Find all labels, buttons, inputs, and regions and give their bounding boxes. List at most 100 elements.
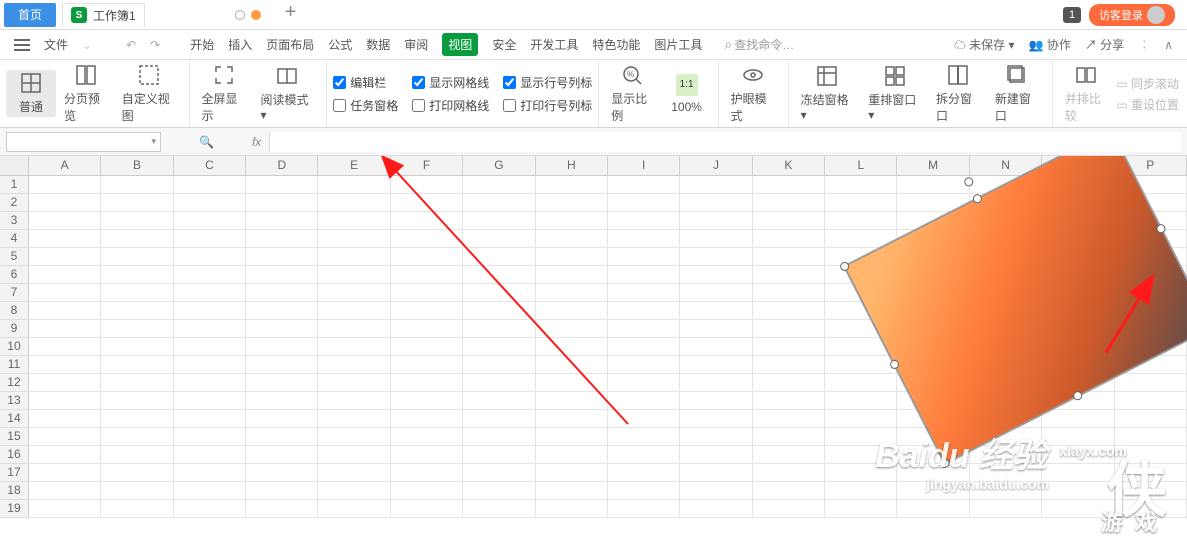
cell[interactable] [753,446,825,464]
cell[interactable] [29,356,101,374]
cell[interactable] [318,284,390,302]
cell[interactable] [608,266,680,284]
chk-formula-bar[interactable]: 编辑栏 [333,74,398,91]
cell[interactable] [174,230,246,248]
cell[interactable] [753,356,825,374]
chk-print-headings[interactable]: 打印行号列标 [503,97,592,114]
cell[interactable] [897,482,969,500]
col-header[interactable]: E [318,156,390,175]
cell[interactable] [753,464,825,482]
cell[interactable] [608,230,680,248]
notification-badge[interactable]: 1 [1063,7,1081,23]
chk-headings[interactable]: 显示行号列标 [503,74,592,91]
cell[interactable] [29,500,101,518]
cell[interactable] [536,302,608,320]
cell[interactable] [608,392,680,410]
cell[interactable] [101,248,173,266]
view-reading[interactable]: 阅读模式 ▾ [255,63,321,124]
menu-layout[interactable]: 页面布局 [266,36,314,53]
row-header[interactable]: 5 [0,248,29,266]
cell[interactable] [753,248,825,266]
cell[interactable] [753,284,825,302]
cell[interactable] [463,266,535,284]
cell[interactable] [246,266,318,284]
cell[interactable] [318,320,390,338]
row-header[interactable]: 7 [0,284,29,302]
cell[interactable] [391,284,463,302]
spreadsheet-grid[interactable]: A B C D E F G H I J K L M N O P 12345678… [0,156,1187,537]
cell[interactable] [101,392,173,410]
cell[interactable] [463,284,535,302]
cell[interactable] [101,194,173,212]
tab-home[interactable]: 首页 [4,3,56,27]
col-header[interactable]: H [536,156,608,175]
cell[interactable] [318,500,390,518]
cell[interactable] [463,410,535,428]
cell[interactable] [246,410,318,428]
cell[interactable] [246,428,318,446]
cell[interactable] [246,356,318,374]
cell[interactable] [29,446,101,464]
fx-icon[interactable]: fx [252,135,261,149]
menu-devtools[interactable]: 开发工具 [530,36,578,53]
cell[interactable] [608,284,680,302]
new-window[interactable]: 新建窗口 [989,62,1046,126]
cell[interactable] [101,266,173,284]
cell[interactable] [101,482,173,500]
cell[interactable] [318,374,390,392]
menu-formula[interactable]: 公式 [328,36,352,53]
cell[interactable] [970,464,1042,482]
cell[interactable] [246,500,318,518]
col-header[interactable]: F [391,156,463,175]
cell[interactable] [825,176,897,194]
cell[interactable] [318,356,390,374]
cell[interactable] [246,446,318,464]
cell[interactable] [101,356,173,374]
cell[interactable] [101,212,173,230]
cell[interactable] [391,374,463,392]
zoom-button[interactable]: %显示比例 [605,62,659,126]
cell[interactable] [680,266,752,284]
cell[interactable] [101,176,173,194]
guest-login-button[interactable]: 访客登录 [1089,4,1175,26]
cell[interactable] [1115,374,1187,392]
cell[interactable] [753,176,825,194]
tab-workbook[interactable]: S 工作簿1 [62,3,145,27]
cell[interactable] [680,356,752,374]
cell[interactable] [753,320,825,338]
cell[interactable] [246,248,318,266]
undo-icon[interactable]: ↶ [126,38,136,52]
cell[interactable] [174,338,246,356]
cell[interactable] [246,464,318,482]
col-header[interactable]: A [29,156,101,175]
cell[interactable] [174,320,246,338]
cell[interactable] [680,464,752,482]
cell[interactable] [174,428,246,446]
cell[interactable] [174,392,246,410]
cell[interactable] [536,284,608,302]
cell[interactable] [101,302,173,320]
zoom-value[interactable]: 1:1100% [662,72,712,116]
cell[interactable] [101,284,173,302]
cell[interactable] [608,374,680,392]
cell[interactable] [608,410,680,428]
cell[interactable] [753,374,825,392]
cell[interactable] [536,392,608,410]
cell[interactable] [1042,446,1114,464]
cell[interactable] [608,248,680,266]
cell[interactable] [536,410,608,428]
arrange-windows[interactable]: 重排窗口 ▾ [862,63,928,124]
row-header[interactable]: 13 [0,392,29,410]
cell[interactable] [608,302,680,320]
menu-view[interactable]: 视图 [442,33,478,56]
row-header[interactable]: 2 [0,194,29,212]
cell[interactable] [753,428,825,446]
cell[interactable] [536,320,608,338]
cell[interactable] [463,302,535,320]
cell[interactable] [970,500,1042,518]
cell[interactable] [101,464,173,482]
split-window[interactable]: 拆分窗口 [930,62,987,126]
cell[interactable] [536,428,608,446]
cell[interactable] [1115,464,1187,482]
cell[interactable] [753,266,825,284]
